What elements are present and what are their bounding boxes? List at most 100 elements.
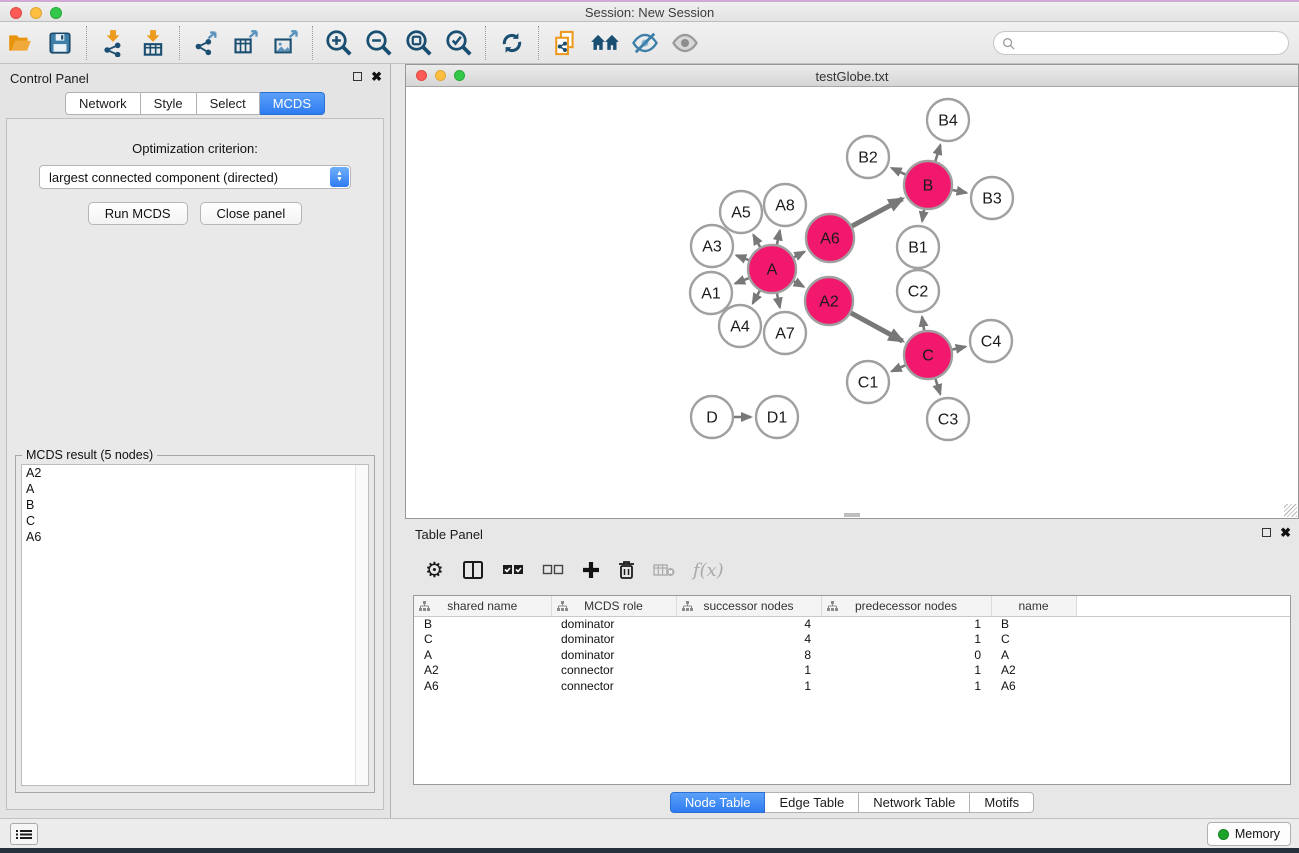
table-row[interactable]: Adominator80A	[414, 647, 1290, 663]
column-header-name[interactable]: name	[991, 596, 1076, 616]
graph-node-B3[interactable]: B3	[971, 177, 1013, 219]
graph-node-A[interactable]: A	[748, 245, 796, 293]
graph-node-A1[interactable]: A1	[690, 272, 732, 314]
zoom-fit-icon[interactable]	[399, 25, 439, 61]
network-canvas[interactable]: B4 B2 B B3 A8A5 A6 A3 B1 A C2 A1 A2 A4A7 C4 C C1 D D1 C3	[406, 87, 1298, 518]
float-panel-icon[interactable]	[353, 72, 362, 81]
graph-node-D[interactable]: D	[691, 396, 733, 438]
tab-mcds[interactable]: MCDS	[260, 92, 325, 115]
tab-edge-table[interactable]: Edge Table	[765, 792, 859, 813]
graph-edge-A-A5[interactable]	[753, 235, 760, 247]
graph-edge-A-A4[interactable]	[753, 291, 760, 304]
zoom-in-icon[interactable]	[319, 25, 359, 61]
graph-node-C1[interactable]: C1	[847, 361, 889, 403]
graph-node-C4[interactable]: C4	[970, 320, 1012, 362]
tab-select[interactable]: Select	[197, 92, 260, 115]
tab-motifs[interactable]: Motifs	[970, 792, 1034, 813]
graph-node-B[interactable]: B	[904, 161, 952, 209]
graph-edge-A-A7[interactable]	[777, 293, 780, 307]
graph-edge-B-B4[interactable]	[935, 145, 940, 161]
table-toolbar: ⚙ f(x)	[413, 550, 724, 590]
close-table-panel-icon[interactable]: ✖	[1280, 527, 1291, 538]
graph-node-A4[interactable]: A4	[719, 305, 761, 347]
tab-style[interactable]: Style	[141, 92, 197, 115]
graph-edge-A-A1[interactable]	[735, 278, 749, 283]
export-image-icon[interactable]	[266, 25, 306, 61]
deselect-all-icon[interactable]	[542, 564, 564, 576]
graph-node-A2[interactable]: A2	[805, 277, 853, 325]
column-header-MCDS-role[interactable]: MCDS role	[551, 596, 676, 616]
mcds-result-list[interactable]: A2ABCA6	[21, 464, 369, 786]
graph-edge-B-B2[interactable]	[892, 168, 906, 174]
save-session-icon[interactable]	[40, 25, 80, 61]
graph-node-B2[interactable]: B2	[847, 136, 889, 178]
import-network-icon[interactable]	[93, 25, 133, 61]
graph-node-A8[interactable]: A8	[764, 184, 806, 226]
canvas-hscroll-thumb[interactable]	[844, 513, 860, 517]
delete-row-icon[interactable]	[618, 560, 635, 580]
add-row-icon[interactable]	[582, 561, 600, 579]
home-icon[interactable]	[585, 25, 625, 61]
graph-edge-A-A3[interactable]	[736, 255, 748, 260]
graph-edge-A6-B[interactable]	[852, 199, 903, 226]
tab-node-table[interactable]: Node Table	[670, 792, 766, 813]
graph-node-C2[interactable]: C2	[897, 270, 939, 312]
graph-edge-A-A6[interactable]	[794, 252, 804, 258]
result-list-item[interactable]: A	[22, 481, 368, 497]
graph-node-B1[interactable]: B1	[897, 226, 939, 268]
tab-network-table[interactable]: Network Table	[859, 792, 970, 813]
result-list-item[interactable]: C	[22, 513, 368, 529]
show-column-icon[interactable]	[462, 560, 484, 580]
table-settings-icon[interactable]: ⚙	[425, 558, 444, 583]
export-table-icon[interactable]	[226, 25, 266, 61]
table-row[interactable]: Bdominator41B	[414, 616, 1290, 632]
show-hide-graphics-icon[interactable]	[625, 25, 665, 61]
float-table-panel-icon[interactable]	[1262, 528, 1271, 537]
graph-edge-C-C2[interactable]	[922, 317, 924, 331]
graph-node-A3[interactable]: A3	[691, 225, 733, 267]
graph-node-B4[interactable]: B4	[927, 99, 969, 141]
zoom-out-icon[interactable]	[359, 25, 399, 61]
table-row[interactable]: Cdominator41C	[414, 632, 1290, 648]
select-all-icon[interactable]	[502, 564, 524, 576]
tab-network[interactable]: Network	[65, 92, 141, 115]
graph-edge-A-A2[interactable]	[794, 281, 804, 287]
result-list-item[interactable]: A6	[22, 529, 368, 545]
graph-node-C[interactable]: C	[904, 331, 952, 379]
graph-node-A7[interactable]: A7	[764, 312, 806, 354]
open-file-icon[interactable]	[0, 25, 40, 61]
column-header-successor-nodes[interactable]: successor nodes	[676, 596, 821, 616]
graph-node-C3[interactable]: C3	[927, 398, 969, 440]
column-header-predecessor-nodes[interactable]: predecessor nodes	[821, 596, 991, 616]
result-list-scrollbar[interactable]	[355, 465, 368, 785]
graph-node-A6[interactable]: A6	[806, 214, 854, 262]
import-table-icon[interactable]	[133, 25, 173, 61]
graph-edge-B-B1[interactable]	[922, 210, 924, 222]
search-input[interactable]	[1015, 33, 1288, 53]
graph-edge-B-B3[interactable]	[952, 190, 966, 193]
graph-edge-A2-C[interactable]	[851, 313, 903, 341]
criterion-select[interactable]: largest connected component (directed) ▲…	[39, 165, 351, 189]
refresh-icon[interactable]	[492, 25, 532, 61]
window-resize-grip[interactable]	[1284, 504, 1297, 517]
export-network-icon[interactable]	[186, 25, 226, 61]
graph-edge-C-C3[interactable]	[935, 379, 940, 394]
task-history-button[interactable]	[10, 823, 38, 845]
zoom-selected-icon[interactable]	[439, 25, 479, 61]
graph-node-A5[interactable]: A5	[720, 191, 762, 233]
graph-edge-A-A8[interactable]	[777, 230, 780, 244]
table-row[interactable]: A6connector11A6	[414, 678, 1290, 694]
duplicate-network-icon[interactable]	[545, 25, 585, 61]
close-panel-button[interactable]: Close panel	[200, 202, 303, 225]
graph-node-D1[interactable]: D1	[756, 396, 798, 438]
memory-button[interactable]: Memory	[1207, 822, 1291, 846]
close-panel-icon[interactable]: ✖	[371, 71, 382, 82]
column-header-shared-name[interactable]: shared name	[414, 596, 551, 616]
table-row[interactable]: A2connector11A2	[414, 663, 1290, 679]
result-list-item[interactable]: A2	[22, 465, 368, 481]
graph-edge-C-C1[interactable]	[892, 365, 905, 371]
graph-edge-C-C4[interactable]	[952, 347, 965, 350]
result-list-item[interactable]: B	[22, 497, 368, 513]
run-mcds-button[interactable]: Run MCDS	[88, 202, 188, 225]
search-box[interactable]	[993, 31, 1289, 55]
